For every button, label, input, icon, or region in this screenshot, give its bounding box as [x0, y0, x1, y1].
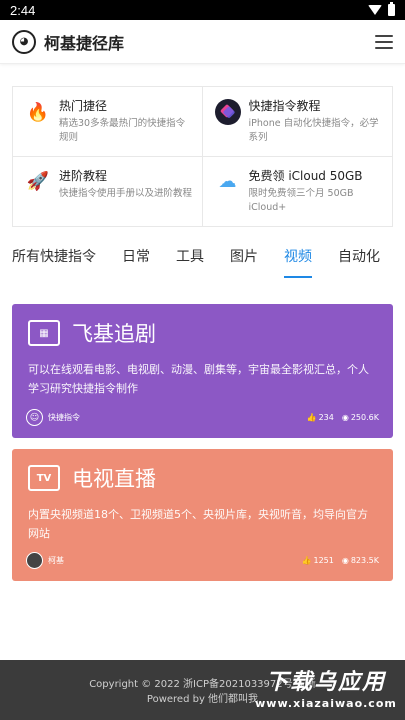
app-title: 柯基捷径库 [44, 33, 125, 53]
eye-icon: ◉ [341, 413, 349, 422]
feature-title: 热门捷径 [59, 99, 108, 113]
battery-icon [388, 2, 395, 16]
feature-desc: 快捷指令使用手册以及进阶教程 [59, 187, 193, 199]
card-title: 飞基追剧 [72, 322, 156, 346]
tab-tools[interactable]: 工具 [176, 246, 204, 278]
app-bar: ◕ 柯基捷径库 [0, 20, 405, 64]
feature-title: 快捷指令教程 [248, 99, 321, 113]
menu-icon[interactable] [375, 34, 393, 49]
film-icon: ▦ [28, 320, 60, 346]
watermark-title: 下载乌应用 [265, 670, 386, 695]
tab-daily[interactable]: 日常 [122, 246, 150, 278]
thumbs-up-icon: 👍 [301, 556, 312, 565]
feature-title: 进阶教程 [59, 168, 108, 183]
view-count: 250.6K [350, 413, 379, 422]
status-bar: 2:44 [0, 0, 405, 20]
like-count: 1251 [313, 556, 334, 565]
site-watermark: 下载乌应用 www.xiazaiwao.com [251, 670, 401, 716]
cloud-icon: ☁ [218, 171, 237, 192]
thumbs-up-icon: 👍 [306, 413, 317, 422]
feature-shortcuts-tutorial[interactable]: 快捷指令教程 iPhone 自动化快捷指令，必学系列 [202, 87, 392, 157]
watermark-url: www.xiazaiwao.com [255, 697, 397, 710]
eye-icon: ◉ [341, 556, 349, 565]
tab-automation[interactable]: 自动化 [338, 246, 380, 278]
card-desc: 内置央视频道18个、卫视频道5个、央视片库，央视听音，均导向官方网站 [28, 508, 368, 540]
wifi-icon [368, 5, 382, 15]
feature-desc: 精选30多条最热门的快捷指令规则 [59, 118, 186, 143]
like-count: 234 [318, 413, 334, 422]
avatar [26, 552, 43, 569]
tab-video[interactable]: 视频 [284, 246, 312, 278]
feature-desc: 限时免费领三个月 50GB iCloud+ [248, 187, 354, 213]
category-tabs: 所有快捷指令 日常 工具 图片 视频 自动化 [12, 246, 380, 278]
status-time: 2:44 [10, 2, 36, 18]
tab-all[interactable]: 所有快捷指令 [12, 246, 96, 278]
feature-title: 免费领 iCloud 50GB [248, 168, 363, 183]
feature-grid: 🔥 热门捷径 精选30多条最热门的快捷指令规则 快捷指令教程 iPhone 自动… [12, 86, 393, 227]
view-count: 823.5K [350, 556, 379, 565]
tab-images[interactable]: 图片 [230, 246, 258, 278]
smiley-avatar-icon: ☺ [26, 409, 43, 426]
tv-icon: TV [28, 465, 60, 491]
rocket-icon: 🚀 [26, 171, 50, 192]
fire-icon: 🔥 [26, 101, 50, 123]
shortcuts-app-icon [214, 99, 241, 125]
corgi-logo-icon[interactable]: ◕ [12, 29, 36, 54]
page-footer: Copyright © 2022 浙ICP备2021033972号-3 浙 Po… [0, 660, 405, 720]
card-title: 电视直播 [72, 467, 156, 491]
feature-free-icloud[interactable]: ☁ 免费领 iCloud 50GB 限时免费领三个月 50GB iCloud+ [203, 157, 393, 227]
shortcut-card[interactable]: ▦ 飞基追剧 可以在线观看电影、电视剧、动漫、剧集等，宇宙最全影视汇总，个人学习… [12, 304, 393, 438]
card-author: 快捷指令 [48, 413, 80, 422]
card-desc: 可以在线观看电影、电视剧、动漫、剧集等，宇宙最全影视汇总，个人学习研究快捷指令制… [28, 363, 369, 395]
card-author: 柯基 [48, 556, 64, 565]
feature-desc: iPhone 自动化快捷指令，必学系列 [248, 118, 379, 143]
status-icons [368, 2, 395, 16]
shortcut-card[interactable]: TV 电视直播 内置央视频道18个、卫视频道5个、央视片库，央视听音，均导向官方… [12, 449, 393, 581]
feature-hot-shortcuts[interactable]: 🔥 热门捷径 精选30多条最热门的快捷指令规则 [13, 87, 203, 157]
feature-advanced-tutorial[interactable]: 🚀 进阶教程 快捷指令使用手册以及进阶教程 [13, 156, 203, 226]
